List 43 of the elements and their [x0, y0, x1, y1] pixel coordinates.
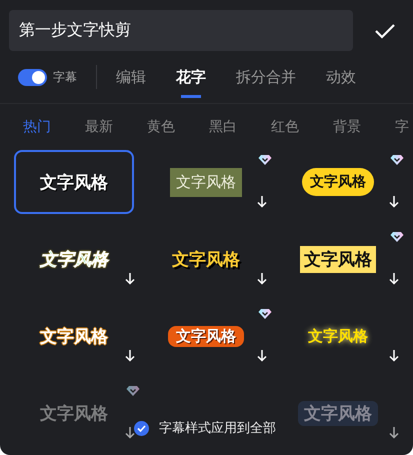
download-arrow-icon[interactable]	[257, 350, 267, 362]
download-arrow-icon[interactable]	[389, 350, 399, 362]
category-tab[interactable]: 黑白	[209, 118, 271, 136]
category-tab[interactable]: 热门	[23, 118, 85, 136]
text-style-preset[interactable]: 文字风格	[302, 168, 374, 196]
text-style-preset[interactable]: 文字风格	[170, 168, 242, 196]
diamond-icon	[126, 385, 140, 397]
text-style-preset[interactable]: 文字风格	[40, 170, 108, 194]
category-tab[interactable]: 黄色	[147, 118, 209, 136]
diamond-icon	[390, 231, 404, 243]
apply-all-label: 字幕样式应用到全部	[159, 420, 276, 437]
download-arrow-icon[interactable]	[257, 273, 267, 285]
category-tab[interactable]: 字	[395, 118, 413, 136]
diamond-icon	[390, 154, 404, 166]
text-style-preset[interactable]: 文字风格	[300, 246, 376, 272]
text-input-field[interactable]: 第一步文字快剪	[9, 10, 353, 51]
download-arrow-icon[interactable]	[389, 273, 399, 285]
text-style-preset[interactable]: 文字风格	[298, 400, 378, 426]
tab[interactable]: 拆分合并	[236, 60, 296, 94]
category-tab[interactable]: 红色	[271, 118, 333, 136]
diamond-icon	[258, 154, 272, 166]
text-style-preset[interactable]: 文字风格	[172, 248, 240, 270]
text-style-preset[interactable]: 文字风格	[40, 324, 108, 348]
download-arrow-icon[interactable]	[125, 273, 135, 285]
selected-style-tile[interactable]: 文字风格	[14, 150, 134, 214]
category-tab[interactable]: 最新	[85, 118, 147, 136]
download-arrow-icon[interactable]	[389, 427, 399, 439]
tab[interactable]: 编辑	[116, 60, 146, 94]
download-arrow-icon[interactable]	[389, 196, 399, 208]
text-style-preset[interactable]: 文字风格	[168, 326, 244, 346]
text-style-preset[interactable]: 文字风格	[308, 326, 368, 346]
text-style-preset[interactable]: 文字风格	[40, 248, 108, 270]
diamond-icon	[258, 308, 272, 320]
download-arrow-icon[interactable]	[125, 427, 135, 439]
apply-all-checkbox[interactable]	[134, 420, 149, 436]
subtitle-label: 字幕	[53, 68, 77, 86]
download-arrow-icon[interactable]	[125, 350, 135, 362]
subtitle-toggle[interactable]	[18, 68, 47, 86]
text-style-preset[interactable]: 文字风格	[40, 402, 108, 424]
download-arrow-icon[interactable]	[257, 196, 267, 208]
confirm-check-icon[interactable]	[374, 22, 396, 38]
tab[interactable]: 动效	[326, 60, 356, 94]
category-tab[interactable]: 背景	[333, 118, 395, 136]
